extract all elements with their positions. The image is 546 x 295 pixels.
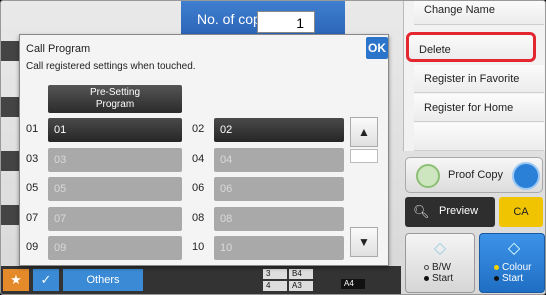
preview-button[interactable]: 🔍︎ Preview [405, 197, 495, 227]
program-label: Program [95, 99, 135, 110]
star-icon[interactable]: ★ [3, 269, 29, 291]
paper-tray-info: 3 B4 4 A3 A4 [241, 269, 381, 293]
background-tab [1, 41, 19, 61]
program-number: 07 [26, 212, 39, 224]
proof-copy-icon [416, 164, 440, 188]
program-number: 01 [26, 123, 39, 135]
preview-label: Preview [439, 205, 479, 217]
background-tab [1, 97, 19, 117]
bw-label: B/W [432, 262, 451, 273]
start-diamond-icon: ◇ [433, 240, 447, 257]
scroll-track[interactable] [350, 149, 378, 163]
program-button-05[interactable]: 05 [48, 177, 182, 201]
ok-button[interactable]: OK [366, 37, 388, 59]
check-icon[interactable]: ✓ [33, 269, 59, 291]
delete-button[interactable]: Delete [406, 32, 536, 62]
pre-setting-label: Pre-Setting [89, 87, 141, 98]
paper-size-badge: A4 [341, 279, 365, 289]
tray-number: 3 [263, 269, 287, 279]
double-chevron-up-icon: ▲ [358, 125, 370, 139]
program-number: 03 [26, 153, 39, 165]
call-program-dialog: Call Program Call registered settings wh… [19, 34, 389, 266]
colour-proof-icon [512, 162, 540, 190]
program-number: 08 [192, 212, 205, 224]
tray-number: 4 [263, 281, 287, 291]
start-diamond-icon: ◇ [507, 240, 521, 257]
tray-size: A3 [289, 281, 313, 291]
proof-copy-label: Proof Copy [448, 169, 504, 181]
program-number: 02 [192, 123, 205, 135]
bw-start-label: B/W Start [424, 262, 453, 284]
program-button-04[interactable]: 04 [214, 148, 344, 172]
clear-all-button[interactable]: CA [499, 197, 543, 227]
program-number: 10 [192, 241, 205, 253]
program-button-01[interactable]: 01 [48, 118, 182, 142]
copier-screen: No. of copies 1 Change Name Register in … [0, 0, 546, 295]
copies-input[interactable]: 1 [257, 11, 315, 33]
register-favorite-button[interactable]: Register in Favorite [414, 65, 544, 93]
program-number: 05 [26, 182, 39, 194]
bw-start-text: Start [432, 273, 454, 284]
program-number: 04 [192, 153, 205, 165]
program-button-07[interactable]: 07 [48, 207, 182, 231]
program-button-02[interactable]: 02 [214, 118, 344, 142]
program-button-06[interactable]: 06 [214, 177, 344, 201]
tray-size: B4 [289, 269, 313, 279]
colour-label: Colour [502, 262, 532, 273]
background-tab [1, 151, 19, 171]
program-button-08[interactable]: 08 [214, 207, 344, 231]
colour-start-label: Colour Start [494, 262, 531, 284]
empty-action-slot [414, 123, 544, 151]
program-number: 09 [26, 241, 39, 253]
dialog-title: Call Program [26, 43, 91, 55]
double-chevron-down-icon: ▼ [358, 235, 370, 249]
register-home-button[interactable]: Register for Home [414, 94, 544, 122]
pre-setting-program-button[interactable]: Pre-Setting Program [48, 85, 182, 113]
others-button[interactable]: Others [63, 269, 143, 291]
scroll-up-button[interactable]: ▲ [350, 117, 378, 147]
program-button-03[interactable]: 03 [48, 148, 182, 172]
program-number: 06 [192, 182, 205, 194]
program-button-09[interactable]: 09 [48, 236, 182, 260]
bw-start-button[interactable]: ◇ B/W Start [405, 233, 475, 293]
colour-start-text: Start [502, 273, 524, 284]
colour-start-button[interactable]: ◇ Colour Start [479, 233, 545, 293]
action-panel: Change Name Register in Favorite Registe… [403, 1, 545, 151]
dialog-subtitle: Call registered settings when touched. [26, 61, 196, 72]
magnifier-icon: 🔍︎ [413, 204, 430, 219]
scroll-down-button[interactable]: ▼ [350, 227, 378, 257]
change-name-button[interactable]: Change Name [414, 1, 544, 25]
proof-copy-button[interactable]: Proof Copy [405, 157, 543, 193]
background-tab [1, 205, 19, 225]
program-button-10[interactable]: 10 [214, 236, 344, 260]
